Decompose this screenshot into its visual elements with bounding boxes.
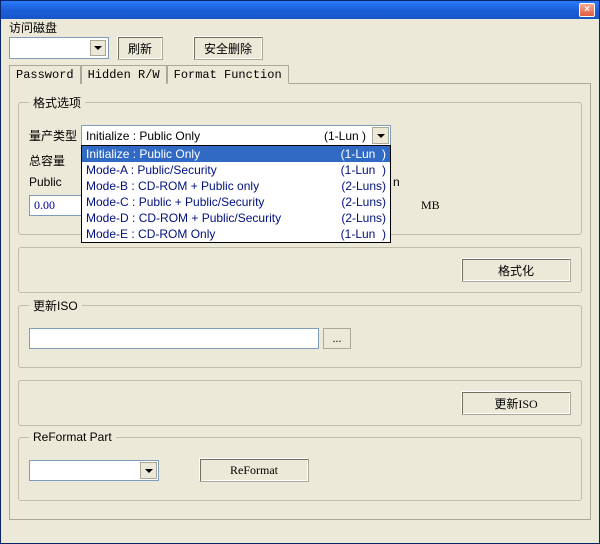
app-window: × 访问磁盘 刷新 安全删除 Password Hidden R/W Forma… (0, 0, 600, 544)
type-combo[interactable]: Initialize : Public Only (1-Lun ) (81, 125, 391, 146)
iso-legend: 更新ISO (29, 297, 82, 314)
type-option-lun: (1-Lun ) (341, 147, 386, 161)
type-option-lun: (2-Luns) (341, 179, 386, 193)
reformat-group: ReFormat Part ReFormat (18, 430, 582, 501)
reformat-button[interactable]: ReFormat (199, 458, 309, 482)
hidden-n: n (393, 175, 400, 189)
refresh-button[interactable]: 刷新 (117, 36, 163, 60)
iso-group: 更新ISO ... (18, 297, 582, 368)
titlebar: × (1, 1, 599, 19)
type-combo-value: Initialize : Public Only (86, 129, 200, 143)
format-options-legend: 格式选项 (29, 94, 85, 111)
type-option[interactable]: (2-Luns) Mode-D : CD-ROM + Public/Securit… (82, 210, 390, 226)
type-option[interactable]: (2-Luns) Mode-C : Public + Public/Securit… (82, 194, 390, 210)
safe-remove-button[interactable]: 安全删除 (193, 36, 263, 60)
type-option-label: Mode-D : CD-ROM + Public/Security (86, 211, 281, 225)
format-button[interactable]: 格式化 (461, 258, 571, 282)
type-option-lun: (1-Lun ) (341, 163, 386, 177)
browse-button[interactable]: ... (323, 328, 351, 349)
format-action-box: 格式化 (18, 247, 582, 293)
chevron-down-icon[interactable] (372, 127, 389, 144)
public-label: Public (29, 175, 81, 189)
type-label: 量产类型 (29, 127, 77, 144)
type-option[interactable]: (1-Lun ) Mode-A : Public/Security (82, 162, 390, 178)
close-icon[interactable]: × (579, 3, 595, 17)
tab-hidden-rw[interactable]: Hidden R/W (81, 65, 167, 84)
type-dropdown: (1-Lun )Initialize : Public Only(1-Lun )… (81, 145, 391, 243)
type-option-label: Mode-A : Public/Security (86, 163, 217, 177)
tab-bar: Password Hidden R/W Format Function (9, 64, 591, 84)
format-options-group: 格式选项 量产类型 Initialize : Public Only (1-Lu… (18, 94, 582, 235)
type-option-label: Mode-B : CD-ROM + Public only (86, 179, 259, 193)
type-option-lun: (2-Luns) (341, 211, 386, 225)
tab-password[interactable]: Password (9, 65, 81, 84)
type-option-label: Initialize : Public Only (86, 147, 200, 161)
type-option[interactable]: (1-Lun ) Mode-E : CD-ROM Only (82, 226, 390, 242)
content: 访问磁盘 刷新 安全删除 Password Hidden R/W Format … (1, 19, 599, 528)
disk-select[interactable] (9, 37, 109, 59)
type-option[interactable]: (1-Lun ) Initialize : Public Only (82, 146, 390, 162)
capacity-label: 总容量 (29, 152, 65, 169)
unit-label: MB (421, 198, 440, 213)
reformat-legend: ReFormat Part (29, 430, 116, 444)
type-option[interactable]: (2-Luns) Mode-B : CD-ROM + Public only (82, 178, 390, 194)
type-option-label: Mode-E : CD-ROM Only (86, 227, 215, 241)
type-option-lun: (1-Lun ) (341, 227, 386, 241)
reformat-combo[interactable] (29, 460, 159, 481)
update-iso-action-box: 更新ISO (18, 380, 582, 426)
chevron-down-icon (94, 46, 102, 50)
type-combo-value-lun: (1-Lun ) (324, 129, 366, 143)
chevron-down-icon[interactable] (140, 462, 157, 479)
tab-format-function[interactable]: Format Function (167, 65, 289, 84)
update-iso-button[interactable]: 更新ISO (461, 391, 571, 415)
type-option-label: Mode-C : Public + Public/Security (86, 195, 264, 209)
iso-path-input[interactable] (29, 328, 319, 349)
type-option-lun: (2-Luns) (341, 195, 386, 209)
format-page: 格式选项 量产类型 Initialize : Public Only (1-Lu… (9, 84, 591, 520)
